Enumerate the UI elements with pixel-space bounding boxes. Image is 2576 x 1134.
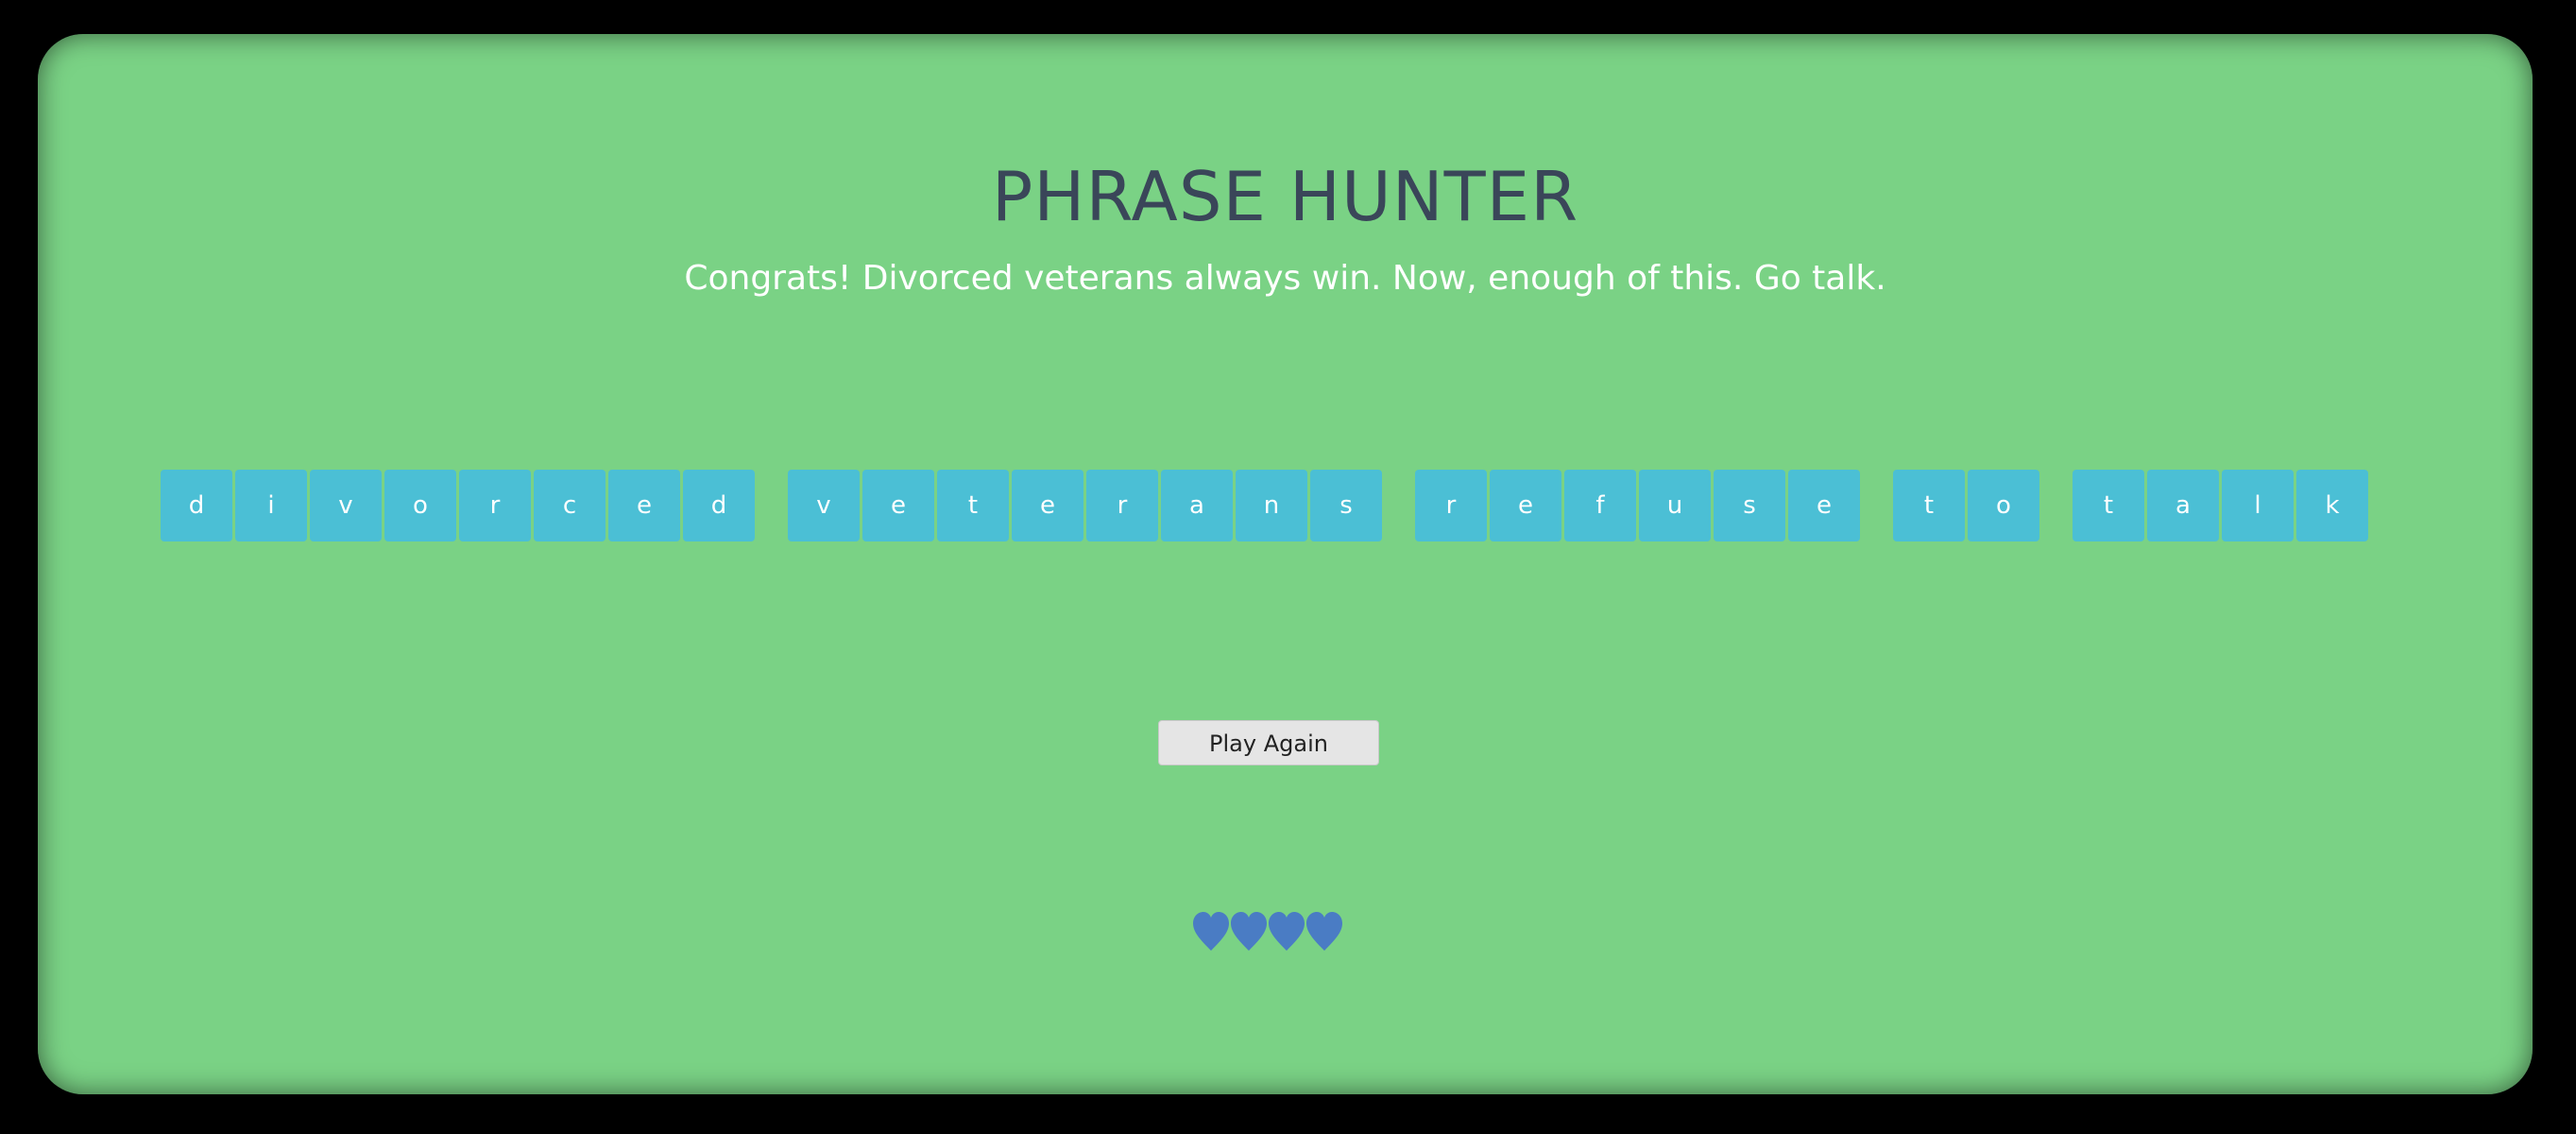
letter-tile: o	[384, 470, 456, 541]
letter-tile: v	[310, 470, 382, 541]
letter-tile: n	[1236, 470, 1307, 541]
letter-tile: k	[2296, 470, 2368, 541]
letter-tile: o	[1968, 470, 2039, 541]
lives	[1192, 911, 1343, 953]
phrase-word: talk	[2073, 470, 2371, 541]
phrase-word: refuse	[1415, 470, 1863, 541]
heart-icon	[1306, 912, 1342, 951]
heart-icon	[1193, 912, 1229, 951]
letter-tile: d	[161, 470, 232, 541]
letter-tile: s	[1310, 470, 1382, 541]
letter-tile: s	[1714, 470, 1785, 541]
letter-tile: r	[459, 470, 531, 541]
letter-tile: t	[937, 470, 1009, 541]
letter-tile: u	[1639, 470, 1711, 541]
play-again-button[interactable]: Play Again	[1158, 720, 1379, 765]
phrase: divorcedveteransrefusetotalk	[161, 470, 2401, 541]
game-board: PHRASE HUNTER Congrats! Divorced veteran…	[38, 34, 2533, 1094]
letter-tile: t	[2073, 470, 2144, 541]
page-title: PHRASE HUNTER	[991, 157, 1579, 236]
win-message: Congrats! Divorced veterans always win. …	[684, 259, 1886, 298]
letter-tile: a	[1161, 470, 1233, 541]
letter-tile: v	[788, 470, 860, 541]
letter-tile: r	[1415, 470, 1487, 541]
letter-tile: e	[862, 470, 934, 541]
heart-icon	[1231, 912, 1267, 951]
letter-tile: r	[1086, 470, 1158, 541]
phrase-word: to	[1893, 470, 2042, 541]
letter-tile: l	[2222, 470, 2294, 541]
letter-tile: e	[1788, 470, 1860, 541]
letter-tile: i	[235, 470, 307, 541]
letter-tile: e	[1490, 470, 1561, 541]
heart-icon	[1269, 912, 1305, 951]
letter-tile: e	[608, 470, 680, 541]
letter-tile: a	[2147, 470, 2219, 541]
phrase-word: divorced	[161, 470, 758, 541]
letter-tile: f	[1564, 470, 1636, 541]
letter-tile: e	[1012, 470, 1083, 541]
letter-tile: d	[683, 470, 755, 541]
phrase-word: veterans	[788, 470, 1385, 541]
letter-tile: t	[1893, 470, 1965, 541]
letter-tile: c	[534, 470, 606, 541]
